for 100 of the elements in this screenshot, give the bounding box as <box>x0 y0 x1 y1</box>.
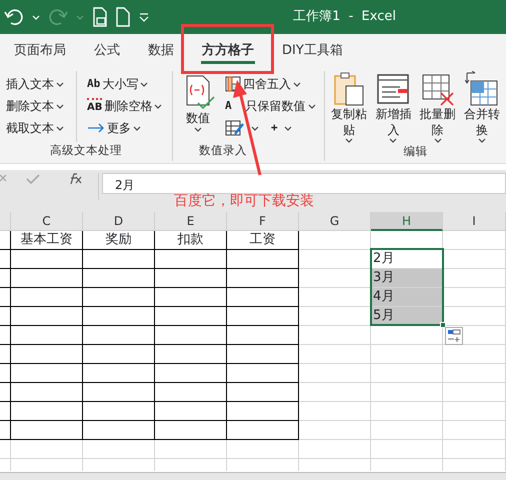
spreadsheet-cell[interactable] <box>83 402 155 421</box>
ribbon-button[interactable]: + <box>269 117 294 139</box>
ribbon-button[interactable]: A 只保留数值 <box>223 95 318 117</box>
spreadsheet-cell[interactable]: 4月 <box>371 288 443 307</box>
ribbon-button[interactable]: 插入文本 <box>4 73 66 95</box>
new-document-icon[interactable] <box>116 7 130 27</box>
spreadsheet-cell[interactable] <box>227 326 299 345</box>
ribbon-button[interactable]: 复制粘贴 <box>329 71 370 143</box>
spreadsheet-cell[interactable] <box>11 421 83 440</box>
spreadsheet-cell[interactable] <box>0 288 11 307</box>
spreadsheet-cell[interactable] <box>155 307 227 326</box>
spreadsheet-cell[interactable] <box>83 383 155 402</box>
spreadsheet-cell[interactable] <box>227 345 299 364</box>
spreadsheet-cell[interactable] <box>155 269 227 288</box>
ribbon-button[interactable]: 数值 <box>177 75 219 142</box>
grid-pen-icon <box>225 120 245 136</box>
ribbon-button[interactable]: 新增插入 <box>373 71 414 143</box>
table-header-cell[interactable]: 工资 <box>227 231 299 250</box>
spreadsheet-cell[interactable] <box>0 345 11 364</box>
spreadsheet-cell[interactable] <box>227 402 299 421</box>
ribbon-button[interactable]: 截取文本 <box>4 117 66 139</box>
column-header[interactable]: I <box>443 212 506 231</box>
arrow-icon <box>87 123 105 133</box>
spreadsheet-cell[interactable] <box>0 402 11 421</box>
group-label: 数值录入 <box>199 142 247 159</box>
spreadsheet-cell[interactable] <box>0 250 11 269</box>
spreadsheet-cell[interactable] <box>227 421 299 440</box>
ribbon-button[interactable]: 批量删除 <box>418 71 458 143</box>
spreadsheet-cell[interactable] <box>83 364 155 383</box>
caret-icon <box>194 126 202 132</box>
column-header[interactable]: G <box>299 212 371 231</box>
spreadsheet-cell[interactable] <box>0 307 11 326</box>
ribbon-button[interactable]: 更多 <box>85 117 164 139</box>
spreadsheet-cell[interactable] <box>83 345 155 364</box>
customize-icon[interactable] <box>138 12 150 22</box>
spreadsheet-cell[interactable] <box>0 421 11 440</box>
spreadsheet-cell[interactable] <box>83 250 155 269</box>
spreadsheet-cell[interactable] <box>11 345 83 364</box>
spreadsheet-cell[interactable] <box>155 364 227 383</box>
spreadsheet-cell[interactable] <box>0 231 11 250</box>
table-header-cell[interactable]: 扣款 <box>155 231 227 250</box>
quick-analysis-menu[interactable] <box>445 327 463 345</box>
ribbon-tab[interactable]: 公式 <box>80 34 134 68</box>
spreadsheet-cell[interactable] <box>155 402 227 421</box>
spreadsheet-cell[interactable] <box>83 288 155 307</box>
spreadsheet-cell[interactable] <box>0 269 11 288</box>
caret-icon <box>56 82 64 86</box>
spreadsheet-cell[interactable] <box>0 326 11 345</box>
enter-check-icon[interactable] <box>26 173 40 185</box>
ribbon-tab[interactable]: 数据 <box>134 34 188 68</box>
spreadsheet-cell[interactable] <box>11 269 83 288</box>
caret-icon <box>308 104 316 108</box>
button-icon: + <box>271 120 278 136</box>
spreadsheet-cell[interactable] <box>227 307 299 326</box>
spreadsheet-cell[interactable] <box>83 421 155 440</box>
spreadsheet-cell[interactable] <box>83 326 155 345</box>
spreadsheet-cell[interactable] <box>11 288 83 307</box>
spreadsheet-cell[interactable] <box>0 364 11 383</box>
spreadsheet-cell[interactable] <box>227 269 299 288</box>
column-header[interactable]: E <box>155 212 227 231</box>
spreadsheet-cell[interactable] <box>155 421 227 440</box>
fill-handle[interactable] <box>440 322 446 328</box>
ribbon-button[interactable]: AB 删除空格 <box>85 95 164 117</box>
caret-icon[interactable] <box>32 14 40 20</box>
ribbon-button[interactable]: 删除文本 <box>4 95 66 117</box>
ribbon-tab[interactable]: 页面布局 <box>0 34 80 68</box>
spreadsheet-cell[interactable] <box>155 250 227 269</box>
caret-icon <box>56 126 64 130</box>
spreadsheet-cell[interactable] <box>227 250 299 269</box>
spreadsheet-cell[interactable] <box>11 383 83 402</box>
spreadsheet-cell[interactable] <box>227 364 299 383</box>
spreadsheet-cell[interactable] <box>155 383 227 402</box>
spreadsheet-cell[interactable] <box>155 345 227 364</box>
spreadsheet-cell[interactable] <box>11 364 83 383</box>
column-header[interactable]: F <box>227 212 299 231</box>
column-header[interactable]: D <box>83 212 155 231</box>
spreadsheet-cell[interactable] <box>11 250 83 269</box>
spreadsheet-cell[interactable] <box>0 383 11 402</box>
formula-field[interactable]: 2月 <box>102 173 506 194</box>
column-header[interactable]: H <box>371 212 443 231</box>
print-preview-icon[interactable] <box>92 7 108 27</box>
spreadsheet-cell[interactable] <box>155 288 227 307</box>
ribbon-button[interactable]: Ab 大小写 <box>85 73 164 95</box>
spreadsheet-cell[interactable] <box>11 307 83 326</box>
spreadsheet-cell[interactable] <box>227 288 299 307</box>
caret-icon <box>56 104 64 108</box>
caret-icon <box>284 126 292 130</box>
ribbon-tab[interactable]: DIY工具箱 <box>268 34 357 68</box>
spreadsheet-cell[interactable] <box>11 326 83 345</box>
table-header-cell[interactable]: 奖励 <box>83 231 155 250</box>
table-header-cell[interactable]: 基本工资 <box>11 231 83 250</box>
spreadsheet-cell[interactable]: 3月 <box>371 269 443 288</box>
spreadsheet-cell[interactable] <box>227 383 299 402</box>
ribbon-button[interactable]: 合并转换 <box>462 71 502 143</box>
spreadsheet-cell[interactable] <box>11 402 83 421</box>
spreadsheet-cell[interactable] <box>83 307 155 326</box>
column-header[interactable]: C <box>11 212 83 231</box>
spreadsheet-cell[interactable] <box>83 269 155 288</box>
undo-icon[interactable] <box>4 8 24 26</box>
spreadsheet-cell[interactable] <box>155 326 227 345</box>
